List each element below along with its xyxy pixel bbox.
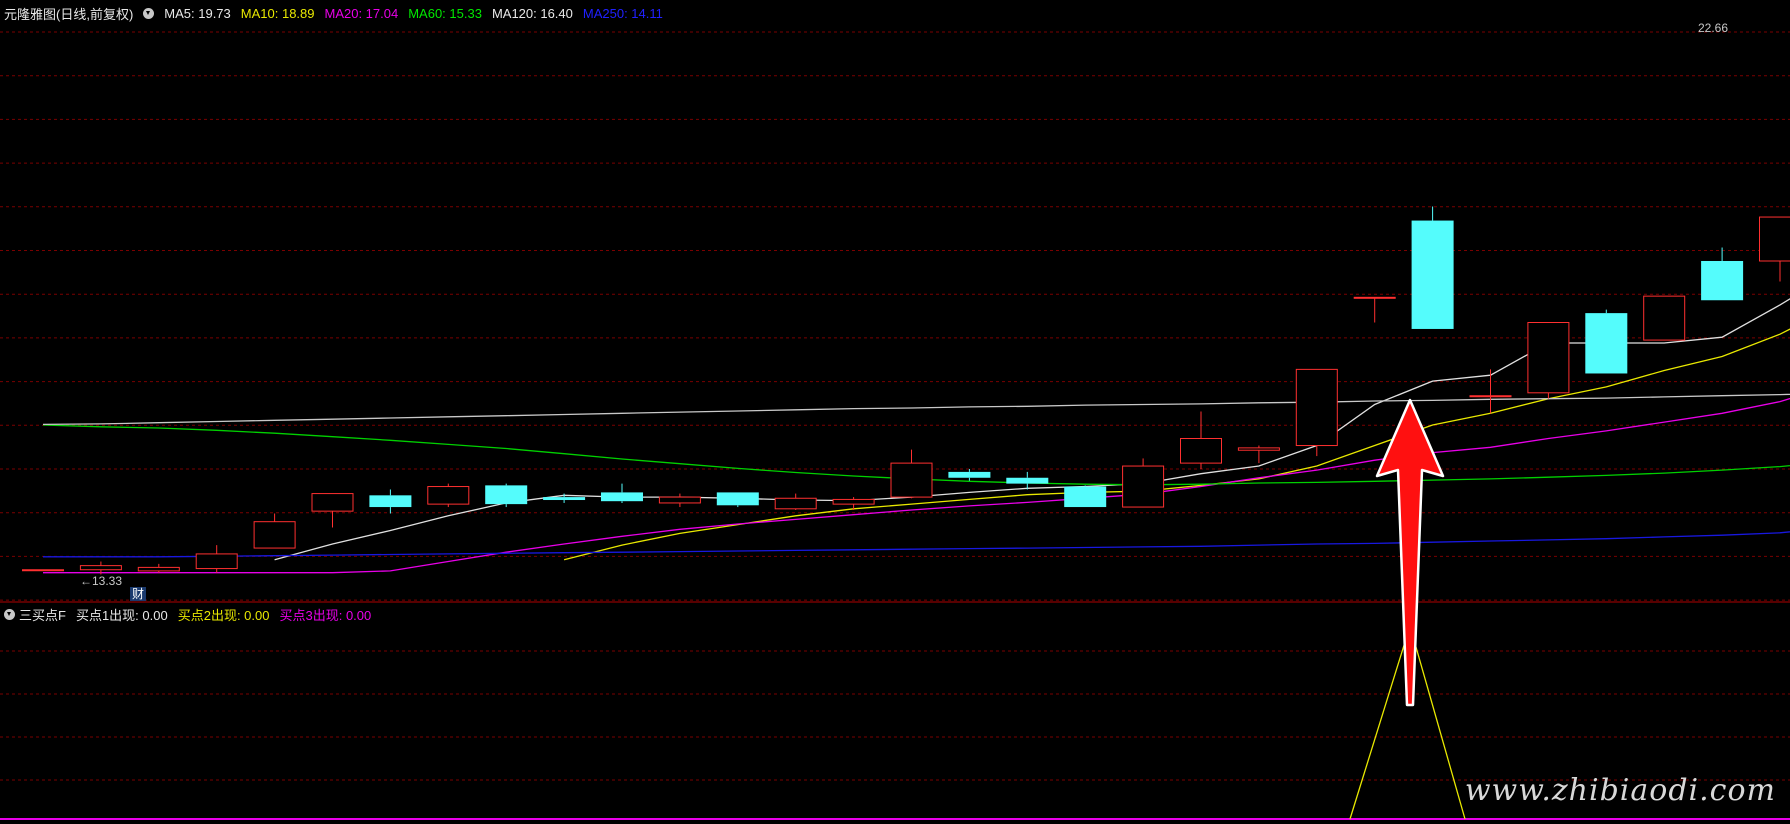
candle bbox=[1527, 322, 1570, 399]
candle-body bbox=[1122, 465, 1165, 508]
candle bbox=[311, 493, 354, 528]
candle-body bbox=[22, 569, 64, 572]
candle bbox=[601, 483, 643, 503]
ma-line-ma120 bbox=[42, 393, 1790, 426]
candle-body bbox=[716, 492, 759, 506]
candle bbox=[890, 449, 933, 499]
red-up-arrow bbox=[1375, 398, 1445, 707]
grid-lines bbox=[0, 31, 1790, 820]
candle-body bbox=[195, 553, 238, 570]
candle bbox=[195, 545, 238, 573]
candle-body bbox=[1295, 368, 1338, 447]
candle-body bbox=[137, 566, 180, 572]
ma250-label: MA250: 14.11 bbox=[582, 6, 663, 21]
candle bbox=[716, 492, 759, 508]
candle bbox=[774, 493, 817, 510]
candle-body bbox=[1006, 477, 1049, 484]
high-price-label: 22.66 bbox=[1698, 21, 1729, 35]
buy2-label: 买点2出现: 0.00 bbox=[177, 608, 270, 623]
candle-body bbox=[1353, 296, 1396, 299]
candle-body bbox=[1701, 260, 1744, 301]
ma10-label: MA10: 18.89 bbox=[240, 6, 315, 21]
candle-body bbox=[658, 496, 701, 504]
candle bbox=[1701, 247, 1744, 301]
candle-body bbox=[543, 497, 586, 501]
candle bbox=[1353, 296, 1396, 323]
candle-body bbox=[1064, 486, 1107, 508]
main-panel-header: 元隆雅图(日线,前复权) MA5: 19.73 MA10: 18.89 MA20… bbox=[4, 4, 663, 23]
ma5-label: MA5: 19.73 bbox=[164, 6, 231, 21]
candle bbox=[1295, 368, 1338, 457]
candle bbox=[948, 468, 991, 481]
candle bbox=[1006, 471, 1049, 490]
stock-title: 元隆雅图(日线,前复权) bbox=[4, 7, 134, 22]
candlesticks bbox=[22, 206, 1790, 575]
candle bbox=[485, 483, 528, 508]
candle-body bbox=[369, 495, 412, 508]
candle bbox=[1585, 309, 1628, 374]
sub-indicator-title: 三买点F bbox=[19, 608, 66, 623]
kline-chart[interactable] bbox=[0, 0, 1790, 824]
candle-body bbox=[1180, 438, 1222, 464]
dropdown-circle-icon[interactable] bbox=[4, 609, 15, 620]
candle-body bbox=[832, 498, 875, 505]
candle-body bbox=[253, 521, 296, 549]
candle-body bbox=[427, 486, 470, 505]
candle bbox=[137, 563, 180, 573]
low-price-label: ←13.33 bbox=[80, 574, 123, 588]
candle-body bbox=[601, 492, 643, 502]
candle-body bbox=[1237, 447, 1280, 451]
candle bbox=[1469, 369, 1512, 414]
buy1-label: 买点1出现: 0.00 bbox=[75, 608, 168, 623]
buy3-label: 买点3出现: 0.00 bbox=[279, 608, 372, 623]
ma60-label: MA60: 15.33 bbox=[408, 6, 482, 21]
moving-average-lines bbox=[42, 298, 1790, 574]
finance-badge[interactable]: 财 bbox=[130, 587, 147, 601]
candle bbox=[658, 493, 701, 508]
candle-body bbox=[774, 497, 817, 510]
candle bbox=[369, 489, 412, 514]
sub-panel-header: 三买点F 买点1出现: 0.00 买点2出现: 0.00 买点3出现: 0.00 bbox=[4, 605, 371, 624]
dropdown-circle-icon[interactable] bbox=[143, 8, 155, 19]
candle-body bbox=[1411, 220, 1454, 329]
watermark-text: www.zhibiaodi.com bbox=[1464, 773, 1776, 808]
candle bbox=[1759, 216, 1790, 282]
candle-body bbox=[485, 485, 528, 505]
candle bbox=[1180, 411, 1222, 469]
candle bbox=[1064, 485, 1107, 508]
buy-arrow-annotation bbox=[1375, 398, 1445, 707]
candle bbox=[427, 483, 470, 508]
candle-body bbox=[890, 462, 933, 498]
ma20-label: MA20: 17.04 bbox=[324, 6, 399, 21]
candle-body bbox=[1643, 295, 1686, 341]
candle-body bbox=[1759, 216, 1790, 262]
candle-body bbox=[311, 493, 354, 512]
candle-body bbox=[1469, 395, 1512, 398]
candle bbox=[253, 513, 296, 549]
candle bbox=[543, 493, 586, 503]
candle bbox=[22, 569, 64, 572]
candle-body bbox=[1527, 322, 1570, 394]
ma-line-ma5 bbox=[274, 298, 1790, 561]
ma-line-ma250 bbox=[43, 531, 1790, 558]
ma120-label: MA120: 16.40 bbox=[491, 6, 573, 21]
candle bbox=[1411, 206, 1454, 329]
candle bbox=[1643, 295, 1686, 341]
candle-body bbox=[948, 471, 991, 478]
candle bbox=[1122, 458, 1165, 508]
candle-body bbox=[79, 565, 122, 571]
candle-body bbox=[1585, 313, 1628, 374]
